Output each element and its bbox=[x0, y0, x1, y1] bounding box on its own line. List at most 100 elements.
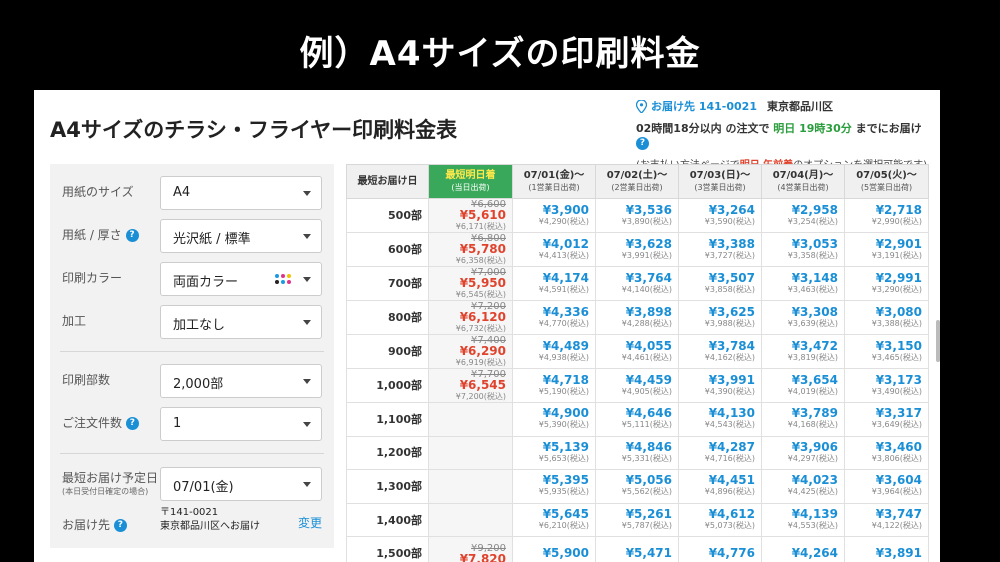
tax-included-price: ¥5,787(税込) bbox=[621, 521, 672, 531]
header-sublabel: (4営業日出荷) bbox=[777, 182, 829, 192]
price-cell[interactable]: ¥3,898 ¥4,288(税込) bbox=[595, 300, 679, 335]
price-cell[interactable]: ¥4,174 ¥4,591(税込) bbox=[512, 266, 596, 301]
tax-included-price: ¥3,290(税込) bbox=[871, 284, 922, 294]
price-cell[interactable]: ¥3,747 ¥4,122(税込) bbox=[844, 502, 929, 538]
price-cell[interactable]: ¥3,625 ¥3,988(税込) bbox=[678, 300, 762, 335]
quantity-select[interactable]: 2,000部 bbox=[160, 364, 322, 398]
price-cell[interactable]: ¥3,784 ¥4,162(税込) bbox=[678, 334, 762, 369]
tax-included-price: ¥5,935(税込) bbox=[538, 487, 589, 497]
price-cell[interactable]: ¥3,053 ¥3,358(税込) bbox=[761, 232, 845, 267]
quantity-cell: 1,000部 bbox=[346, 368, 429, 403]
order-count-select[interactable]: 1 bbox=[160, 407, 322, 441]
price-cell[interactable]: ¥3,891 bbox=[844, 536, 929, 562]
price: ¥3,308 bbox=[791, 304, 838, 319]
price: ¥5,471 bbox=[625, 546, 672, 561]
tax-included-price: ¥4,905(税込) bbox=[621, 386, 672, 396]
price-cell[interactable]: ¥3,080 ¥3,388(税込) bbox=[844, 300, 929, 335]
help-icon[interactable]: ? bbox=[636, 136, 649, 150]
price-cell[interactable]: ¥5,900 bbox=[512, 536, 596, 562]
price-cell[interactable]: ¥4,336 ¥4,770(税込) bbox=[512, 300, 596, 335]
price-cell[interactable]: ¥5,471 bbox=[595, 536, 679, 562]
price-cell[interactable]: ¥3,900 ¥4,290(税込) bbox=[512, 198, 596, 233]
price-cell[interactable]: ¥4,139 ¥4,553(税込) bbox=[761, 502, 845, 538]
price-cell[interactable]: ¥3,604 ¥3,964(税込) bbox=[844, 469, 929, 504]
price-cell[interactable]: ¥3,148 ¥3,463(税込) bbox=[761, 266, 845, 301]
price-cell[interactable]: ¥4,023 ¥4,425(税込) bbox=[761, 469, 845, 504]
price-cell[interactable]: ¥4,900 ¥5,390(税込) bbox=[512, 402, 596, 437]
price: ¥5,139 bbox=[542, 439, 589, 454]
express-price-cell[interactable]: ¥7,400 ¥6,290 ¥6,919(税込) bbox=[428, 334, 513, 369]
price-cell[interactable]: ¥4,776 bbox=[678, 536, 762, 562]
header-label: 07/01(金)〜 bbox=[523, 169, 585, 181]
vertical-scrollbar[interactable] bbox=[936, 320, 940, 362]
price-cell[interactable]: ¥4,012 ¥4,413(税込) bbox=[512, 232, 596, 267]
price-cell[interactable]: ¥4,718 ¥5,190(税込) bbox=[512, 368, 596, 403]
header-sublabel: (2営業日出荷) bbox=[611, 182, 663, 192]
price-cell[interactable]: ¥4,451 ¥4,896(税込) bbox=[678, 469, 762, 504]
express-price-cell[interactable]: ¥6,600 ¥5,610 ¥6,171(税込) bbox=[428, 198, 513, 233]
price-cell[interactable]: ¥4,646 ¥5,111(税込) bbox=[595, 402, 679, 437]
delivery-date-row: 最短お届け予定日 (本日受付日確定の場合) 07/01(金) bbox=[50, 461, 334, 505]
help-icon[interactable]: ? bbox=[125, 417, 139, 430]
price: ¥3,507 bbox=[708, 270, 755, 285]
print-color-select[interactable]: 両面カラー bbox=[160, 262, 322, 296]
price-cell[interactable]: ¥3,507 ¥3,858(税込) bbox=[678, 266, 762, 301]
price-cell[interactable]: ¥3,654 ¥4,019(税込) bbox=[761, 368, 845, 403]
price-cell[interactable]: ¥5,139 ¥5,653(税込) bbox=[512, 435, 596, 471]
help-icon[interactable]: ? bbox=[113, 519, 127, 532]
processing-select[interactable]: 加工なし bbox=[160, 305, 322, 339]
price: ¥3,536 bbox=[625, 202, 672, 217]
price-cell[interactable]: ¥3,991 ¥4,390(税込) bbox=[678, 368, 762, 403]
price-cell[interactable]: ¥2,991 ¥3,290(税込) bbox=[844, 266, 929, 301]
price-cell[interactable]: ¥5,645 ¥6,210(税込) bbox=[512, 502, 596, 538]
quantity-cell: 1,300部 bbox=[346, 469, 429, 504]
price-cell[interactable]: ¥4,130 ¥4,543(税込) bbox=[678, 402, 762, 437]
tax-included-price: ¥4,425(税込) bbox=[787, 487, 838, 497]
price-cell[interactable]: ¥3,764 ¥4,140(税込) bbox=[595, 266, 679, 301]
price-cell[interactable]: ¥3,173 ¥3,490(税込) bbox=[844, 368, 929, 403]
price: ¥4,023 bbox=[791, 473, 838, 488]
price: ¥3,148 bbox=[791, 270, 838, 285]
express-price-cell[interactable]: ¥9,200 ¥7,820 bbox=[428, 536, 513, 562]
express-price-cell[interactable]: ¥6,800 ¥5,780 ¥6,358(税込) bbox=[428, 232, 513, 267]
paper-type-select[interactable]: 光沢紙 / 標準 bbox=[160, 219, 322, 253]
price-cell[interactable]: ¥3,536 ¥3,890(税込) bbox=[595, 198, 679, 233]
tax-included-price: ¥4,288(税込) bbox=[621, 318, 672, 328]
price-cell[interactable]: ¥4,459 ¥4,905(税込) bbox=[595, 368, 679, 403]
price-cell[interactable]: ¥5,056 ¥5,562(税込) bbox=[595, 469, 679, 504]
tax-included-price: ¥4,162(税込) bbox=[704, 352, 755, 362]
price-cell[interactable]: ¥3,264 ¥3,590(税込) bbox=[678, 198, 762, 233]
express-price-cell[interactable]: ¥7,700 ¥6,545 ¥7,200(税込) bbox=[428, 368, 513, 403]
express-price-cell[interactable]: ¥7,200 ¥6,120 ¥6,732(税込) bbox=[428, 300, 513, 335]
price: ¥4,900 bbox=[542, 406, 589, 421]
price-cell[interactable]: ¥3,906 ¥4,297(税込) bbox=[761, 435, 845, 471]
price-cell[interactable]: ¥3,308 ¥3,639(税込) bbox=[761, 300, 845, 335]
price-cell[interactable]: ¥5,261 ¥5,787(税込) bbox=[595, 502, 679, 538]
price-cell[interactable]: ¥3,628 ¥3,991(税込) bbox=[595, 232, 679, 267]
paper-size-select[interactable]: A4 bbox=[160, 176, 322, 210]
price-cell[interactable]: ¥3,317 ¥3,649(税込) bbox=[844, 402, 929, 437]
help-icon[interactable]: ? bbox=[125, 229, 139, 242]
price-cell[interactable]: ¥5,395 ¥5,935(税込) bbox=[512, 469, 596, 504]
price-cell[interactable]: ¥3,460 ¥3,806(税込) bbox=[844, 435, 929, 471]
price-cell[interactable]: ¥4,264 bbox=[761, 536, 845, 562]
express-price-cell[interactable]: ¥7,000 ¥5,950 ¥6,545(税込) bbox=[428, 266, 513, 301]
price-cell[interactable]: ¥2,718 ¥2,990(税込) bbox=[844, 198, 929, 233]
price-cell[interactable]: ¥4,287 ¥4,716(税込) bbox=[678, 435, 762, 471]
price: ¥3,747 bbox=[875, 507, 922, 522]
delivery-label[interactable]: お届け先 141-0021 bbox=[651, 98, 757, 114]
price-cell[interactable]: ¥3,789 ¥4,168(税込) bbox=[761, 402, 845, 437]
price-cell[interactable]: ¥4,055 ¥4,461(税込) bbox=[595, 334, 679, 369]
price-cell[interactable]: ¥4,612 ¥5,073(税込) bbox=[678, 502, 762, 538]
delivery-date-select[interactable]: 07/01(金) bbox=[160, 467, 322, 501]
price-cell[interactable]: ¥3,388 ¥3,727(税込) bbox=[678, 232, 762, 267]
tax-included-price: ¥3,991(税込) bbox=[621, 250, 672, 260]
price-cell[interactable]: ¥4,846 ¥5,331(税込) bbox=[595, 435, 679, 471]
price-cell[interactable]: ¥3,472 ¥3,819(税込) bbox=[761, 334, 845, 369]
price-cell[interactable]: ¥4,489 ¥4,938(税込) bbox=[512, 334, 596, 369]
price-cell[interactable]: ¥2,901 ¥3,191(税込) bbox=[844, 232, 929, 267]
price-cell[interactable]: ¥3,150 ¥3,465(税込) bbox=[844, 334, 929, 369]
paper-size-value: A4 bbox=[173, 185, 191, 200]
price-cell[interactable]: ¥2,958 ¥3,254(税込) bbox=[761, 198, 845, 233]
change-destination-link[interactable]: 変更 bbox=[298, 514, 322, 531]
